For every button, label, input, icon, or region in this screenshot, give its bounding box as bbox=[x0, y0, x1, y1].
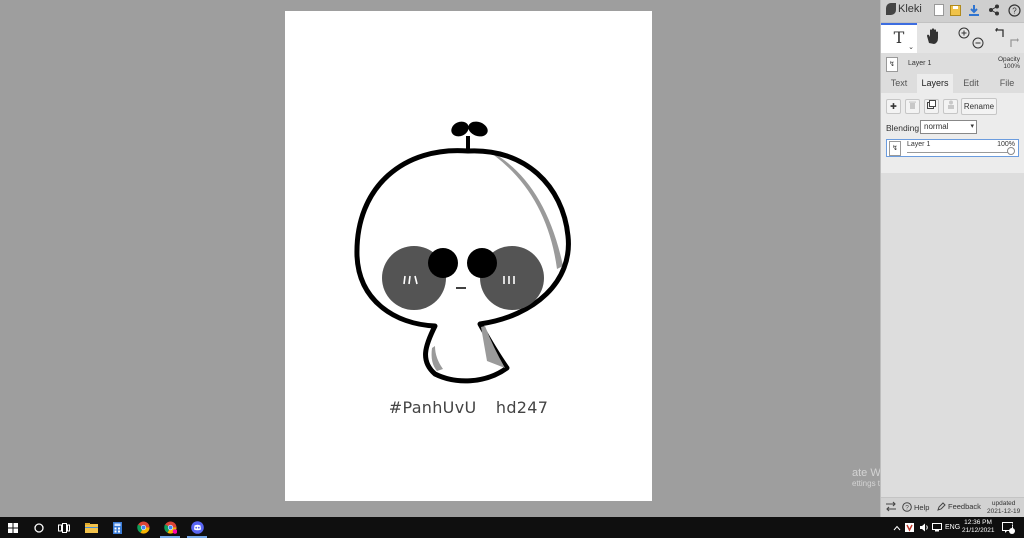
undo-icon[interactable] bbox=[994, 27, 1006, 42]
current-layer-name: Layer 1 bbox=[908, 60, 932, 67]
language-indicator[interactable]: ENG bbox=[945, 517, 960, 538]
app-name: Kleki bbox=[898, 3, 922, 15]
hand-tool-icon[interactable] bbox=[924, 27, 942, 50]
canvas-caption: #PanhUvU hd247 bbox=[285, 398, 652, 417]
top-bar: Kleki ? bbox=[881, 0, 1024, 23]
taskbar-clock[interactable]: 12:36 PM 21/12/2021 bbox=[962, 519, 995, 535]
layers-panel: ✚ Rename Blending normal ▾ ↯ Layer 1 100… bbox=[881, 93, 1024, 173]
help-label: Help bbox=[914, 502, 930, 512]
layer-opacity-slider-handle[interactable] bbox=[1007, 147, 1015, 155]
updated-date: 2021-12-19 bbox=[987, 507, 1021, 515]
calculator-icon[interactable] bbox=[106, 517, 128, 538]
chevron-down-icon[interactable]: ⌄ bbox=[908, 44, 914, 51]
panel-tabs: Text Layers Edit File bbox=[881, 74, 1024, 93]
workspace[interactable]: #PanhUvU hd247 bbox=[0, 0, 880, 517]
add-layer-button[interactable]: ✚ bbox=[886, 99, 901, 114]
svg-text:?: ? bbox=[1012, 6, 1017, 15]
current-layer-header: ↯ Layer 1 Opacity 100% bbox=[881, 54, 1024, 74]
network-icon[interactable] bbox=[932, 517, 942, 538]
blending-label: Blending bbox=[886, 123, 920, 133]
feedback-button[interactable]: Feedback bbox=[937, 502, 981, 511]
updated-info: updated 2021-12-19 bbox=[987, 500, 1020, 515]
text-tool-button[interactable]: T ⌄ bbox=[881, 23, 917, 53]
opacity-value: 100% bbox=[1003, 63, 1020, 70]
opacity-label: Opacity bbox=[997, 56, 1020, 63]
blending-select[interactable]: normal ▾ bbox=[920, 120, 977, 134]
updated-label: updated bbox=[991, 500, 1016, 507]
duplicate-icon bbox=[927, 100, 936, 109]
speaker-icon[interactable] bbox=[919, 517, 929, 538]
tab-text[interactable]: Text bbox=[881, 74, 917, 93]
opacity-readout: Opacity 100% bbox=[998, 56, 1020, 70]
chevron-down-icon: ▾ bbox=[970, 123, 974, 130]
text-tool-label: T bbox=[893, 28, 905, 47]
tray-app-icon[interactable] bbox=[905, 517, 914, 538]
swap-side-icon[interactable] bbox=[885, 501, 897, 514]
layer-list-item[interactable]: ↯ Layer 1 100% bbox=[886, 139, 1019, 157]
duplicate-layer-button[interactable] bbox=[924, 99, 939, 114]
chrome-profile-icon[interactable] bbox=[158, 517, 182, 538]
file-explorer-icon[interactable] bbox=[80, 517, 102, 538]
share-icon[interactable] bbox=[987, 3, 1001, 17]
delete-layer-button[interactable] bbox=[905, 99, 920, 114]
layer-item-name: Layer 1 bbox=[907, 141, 931, 148]
help-button[interactable]: ? Help bbox=[902, 502, 929, 512]
zoom-out-icon[interactable] bbox=[972, 37, 984, 52]
feedback-label: Feedback bbox=[948, 502, 981, 511]
notification-count: 2 bbox=[1010, 523, 1014, 529]
blending-value: normal bbox=[924, 122, 949, 131]
character-drawing bbox=[354, 121, 571, 384]
help-circle-icon: ? bbox=[902, 502, 912, 512]
save-icon[interactable] bbox=[948, 3, 962, 17]
download-icon[interactable] bbox=[967, 3, 981, 17]
clock-date: 21/12/2021 bbox=[962, 527, 995, 534]
side-panel: Kleki ? T ⌄ ↯ Layer 1 Opacity 100% Text … bbox=[880, 0, 1024, 518]
new-image-icon[interactable] bbox=[932, 3, 946, 17]
task-view-icon[interactable] bbox=[53, 517, 75, 538]
discord-icon[interactable] bbox=[185, 517, 209, 538]
redo-icon[interactable] bbox=[1008, 37, 1020, 52]
caption-hashtag: #PanhUvU bbox=[388, 398, 477, 417]
layer-opacity-slider-track[interactable] bbox=[907, 152, 1010, 153]
layer-thumbnail[interactable]: ↯ bbox=[886, 57, 898, 72]
merge-layer-button[interactable] bbox=[943, 99, 958, 114]
caption-tag: hd247 bbox=[495, 398, 549, 417]
rename-layer-button[interactable]: Rename bbox=[961, 98, 997, 115]
zoom-in-icon[interactable] bbox=[958, 27, 970, 42]
tab-layers[interactable]: Layers bbox=[917, 74, 953, 93]
tool-row: T ⌄ bbox=[881, 23, 1024, 53]
kleki-logo-icon bbox=[886, 3, 896, 15]
trash-icon bbox=[909, 101, 916, 109]
tab-file[interactable]: File bbox=[989, 74, 1024, 93]
bottom-bar: ? Help Feedback updated 2021-12-19 bbox=[881, 497, 1024, 518]
tab-edit[interactable]: Edit bbox=[953, 74, 989, 93]
layer-item-thumbnail: ↯ bbox=[889, 141, 901, 156]
merge-down-icon bbox=[947, 100, 954, 109]
svg-text:?: ? bbox=[905, 505, 909, 512]
drawing-canvas[interactable]: #PanhUvU hd247 bbox=[285, 11, 652, 501]
search-circle-icon[interactable] bbox=[28, 517, 50, 538]
tray-chevron-up-icon[interactable] bbox=[893, 517, 901, 538]
help-icon[interactable]: ? bbox=[1007, 3, 1021, 17]
pencil-icon bbox=[937, 502, 946, 511]
app-logo[interactable]: Kleki bbox=[886, 3, 922, 15]
notification-center-icon[interactable]: 2 bbox=[1002, 517, 1015, 538]
windows-start-icon[interactable] bbox=[2, 517, 24, 538]
taskbar: ENG 12:36 PM 21/12/2021 2 bbox=[0, 517, 1024, 538]
clock-time: 12:36 PM bbox=[964, 519, 992, 526]
chrome-icon[interactable] bbox=[132, 517, 154, 538]
